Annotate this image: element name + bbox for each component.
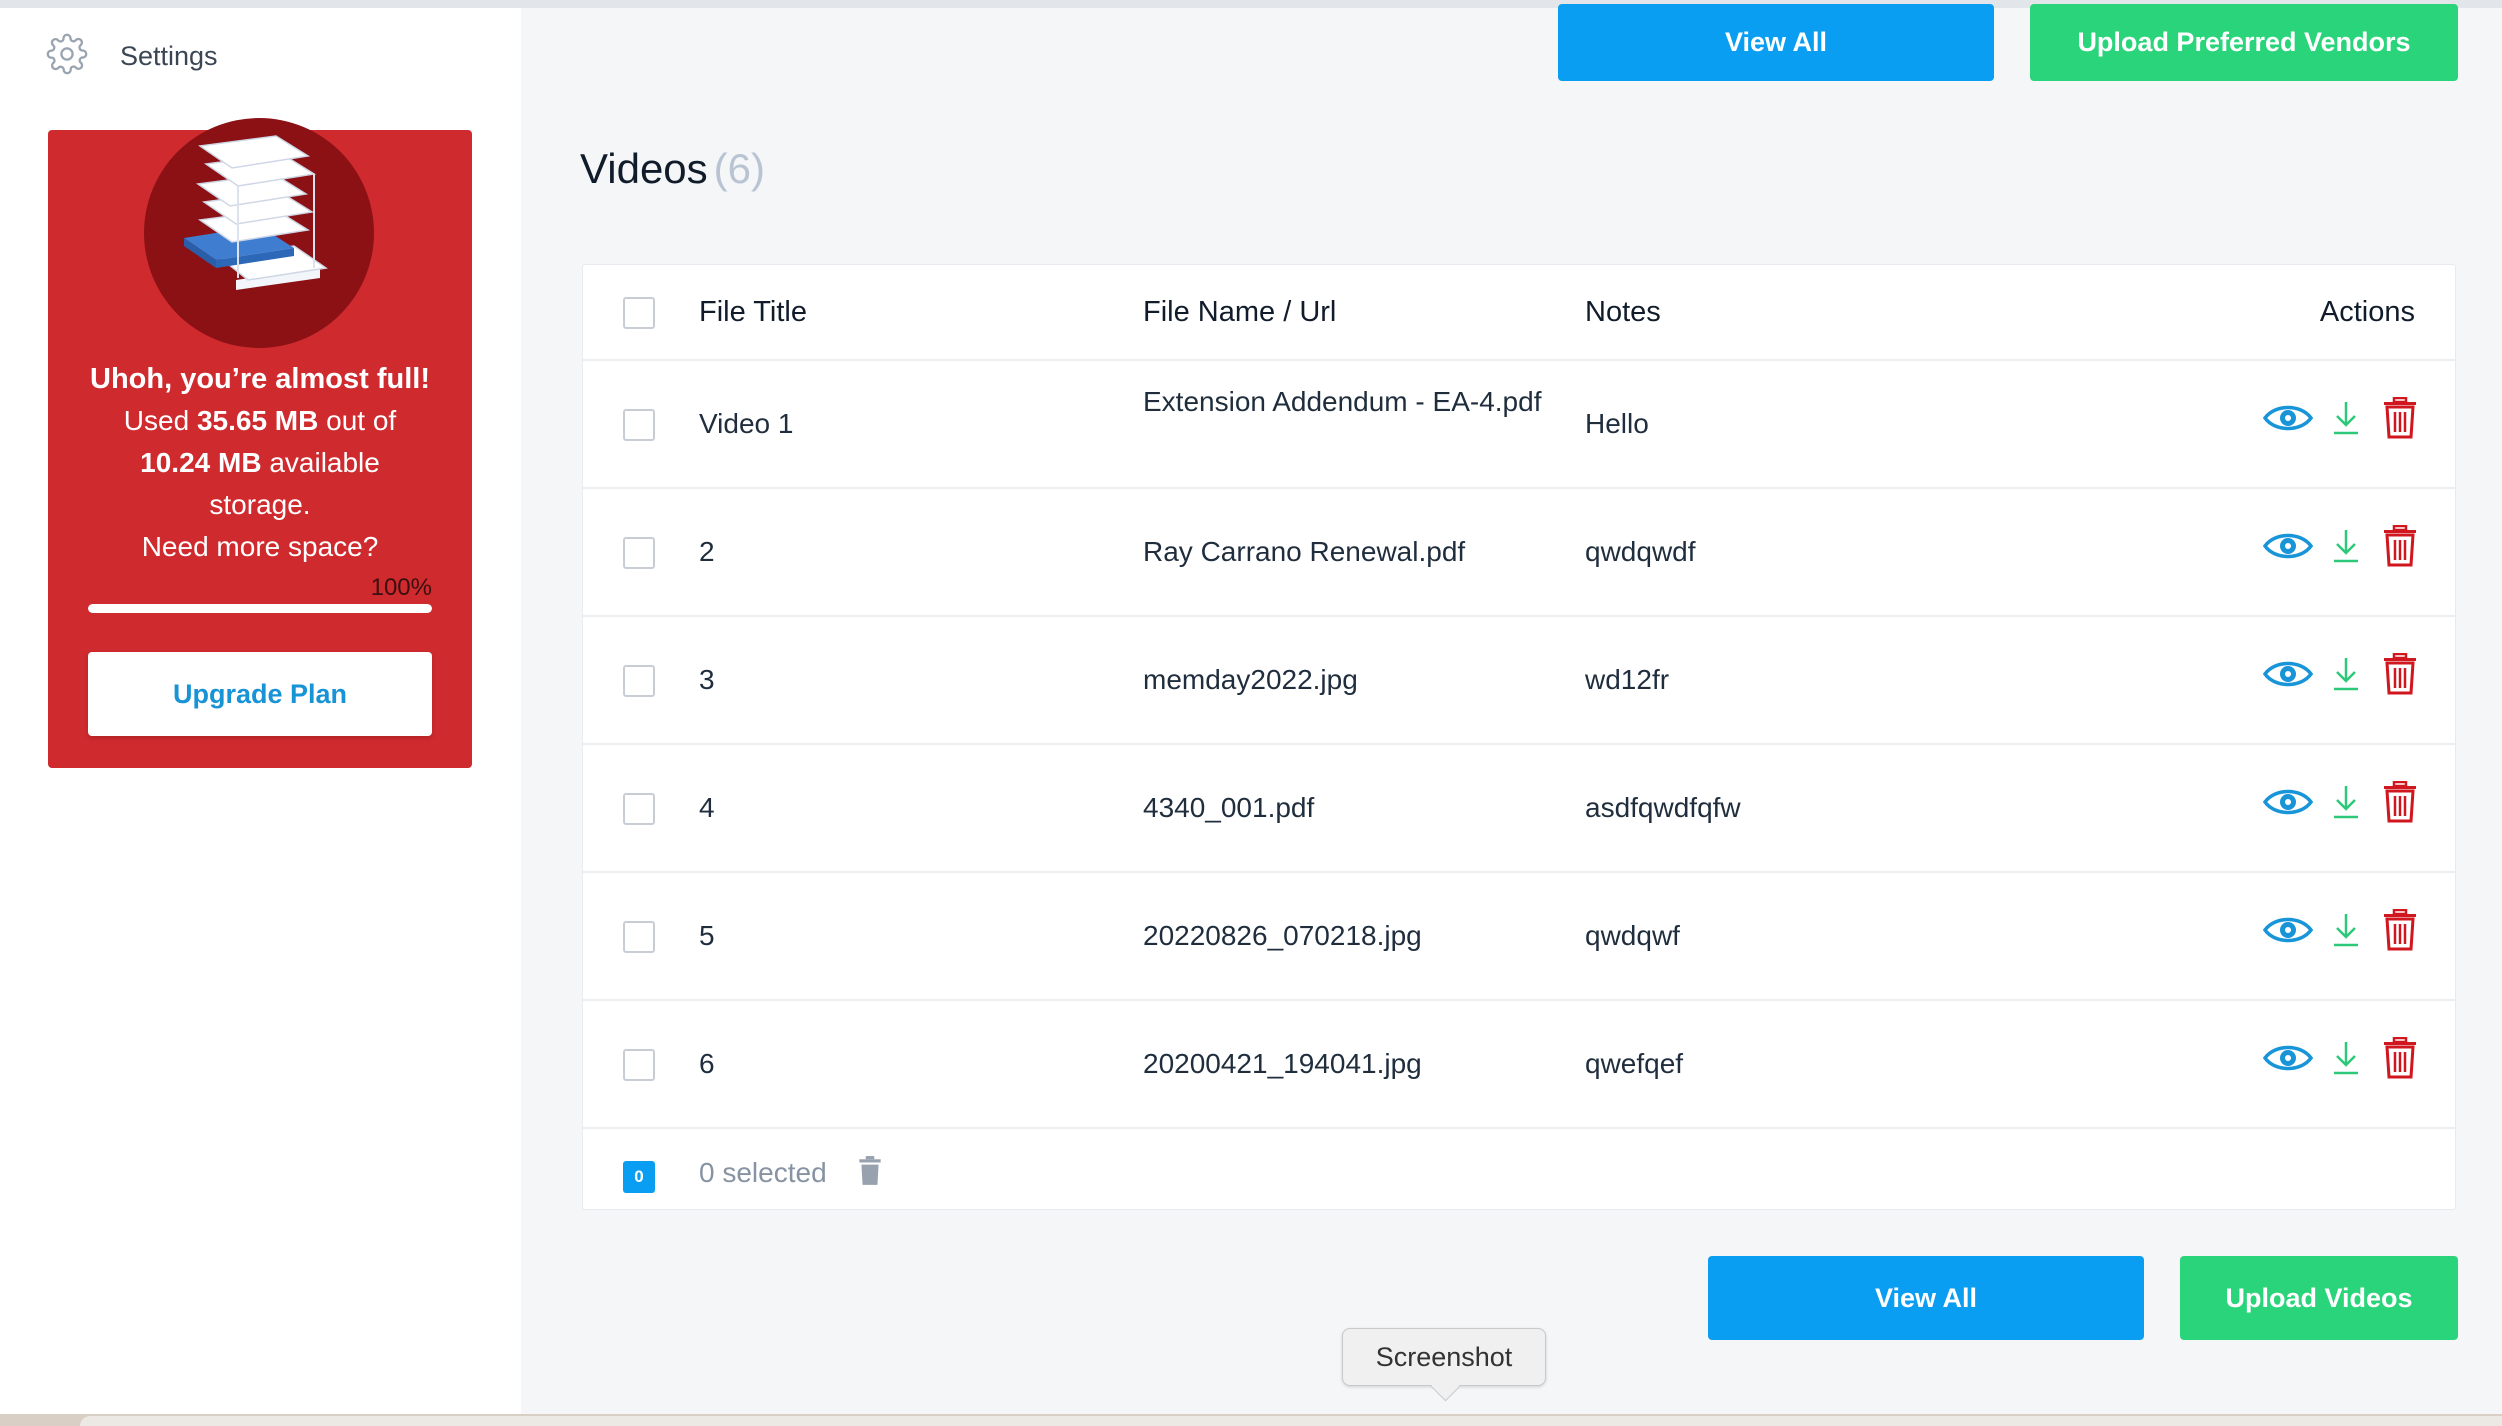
download-icon[interactable] <box>2331 1040 2383 1076</box>
trash-icon[interactable] <box>2383 781 2417 823</box>
row-notes: qwdqwf <box>1585 920 1680 951</box>
trash-icon[interactable] <box>2383 909 2417 951</box>
trash-icon[interactable] <box>2383 397 2417 439</box>
table-row: 5 20220826_070218.jpg qwdqwf <box>583 873 2455 1001</box>
upload-videos-button[interactable]: Upload Videos <box>2180 1256 2458 1340</box>
table-footer: 0 0 selected <box>583 1129 2455 1209</box>
row-file-name[interactable]: Ray Carrano Renewal.pdf <box>1143 533 1543 571</box>
storage-usage-line: Used 35.65 MB out of <box>123 405 397 436</box>
row-checkbox[interactable] <box>623 793 655 825</box>
row-actions <box>2263 909 2417 951</box>
eye-icon[interactable] <box>2263 657 2331 691</box>
selected-count-badge: 0 <box>623 1161 655 1193</box>
row-file-name[interactable]: 20220826_070218.jpg <box>1143 917 1543 955</box>
upgrade-plan-button[interactable]: Upgrade Plan <box>88 652 432 736</box>
row-file-title: Video 1 <box>699 408 794 439</box>
row-file-title: 4 <box>699 792 715 823</box>
header-file-name: File Name / Url <box>1143 296 1337 328</box>
row-notes: qwefqef <box>1585 1048 1684 1079</box>
download-icon[interactable] <box>2331 656 2383 692</box>
row-actions <box>2263 781 2417 823</box>
trash-icon[interactable] <box>2383 1037 2417 1079</box>
row-file-name[interactable]: Extension Addendum - EA-4.pdf <box>1143 383 1543 421</box>
row-notes: Hello <box>1585 408 1649 439</box>
table-row: Video 1 Extension Addendum - EA-4.pdf He… <box>583 361 2455 489</box>
storage-warning-card: Uhoh, you’re almost full! Used 35.65 MB … <box>48 118 472 768</box>
row-file-title: 2 <box>699 536 715 567</box>
row-checkbox[interactable] <box>623 537 655 569</box>
download-icon[interactable] <box>2331 528 2383 564</box>
row-file-name[interactable]: 20200421_194041.jpg <box>1143 1045 1543 1083</box>
gear-icon <box>46 33 88 80</box>
eye-icon[interactable] <box>2263 785 2331 819</box>
download-icon[interactable] <box>2331 400 2383 436</box>
eye-icon[interactable] <box>2263 913 2331 947</box>
header-file-title: File Title <box>699 296 807 328</box>
storage-word: storage. <box>209 489 311 520</box>
row-checkbox[interactable] <box>623 409 655 441</box>
row-checkbox[interactable] <box>623 1049 655 1081</box>
table-row: 2 Ray Carrano Renewal.pdf qwdqwdf <box>583 489 2455 617</box>
row-file-name[interactable]: memday2022.jpg <box>1143 661 1543 699</box>
table-row: 6 20200421_194041.jpg qwefqef <box>583 1001 2455 1129</box>
row-file-name[interactable]: 4340_001.pdf <box>1143 789 1543 827</box>
download-icon[interactable] <box>2331 912 2383 948</box>
row-checkbox[interactable] <box>623 665 655 697</box>
used-amount: 35.65 MB <box>196 405 319 436</box>
table-row: 3 memday2022.jpg wd12fr <box>583 617 2455 745</box>
row-checkbox[interactable] <box>623 921 655 953</box>
row-actions <box>2263 397 2417 439</box>
row-file-title: 3 <box>699 664 715 695</box>
storage-progress-fill <box>88 604 432 613</box>
eye-icon[interactable] <box>2263 401 2331 435</box>
upload-preferred-vendors-button[interactable]: Upload Preferred Vendors <box>2030 4 2458 81</box>
eye-icon[interactable] <box>2263 529 2331 563</box>
videos-table: File Title File Name / Url Notes Actions… <box>582 264 2456 1210</box>
selected-label: 0 selected <box>699 1157 827 1188</box>
storage-percent-label: 100% <box>370 574 432 601</box>
vendors-view-all-button[interactable]: View All <box>1558 4 1994 81</box>
row-file-title: 5 <box>699 920 715 951</box>
header-actions: Actions <box>2319 296 2415 328</box>
row-file-title: 6 <box>699 1048 715 1079</box>
table-row: 4 4340_001.pdf asdfqwdfqfw <box>583 745 2455 873</box>
bulk-delete-trash-icon[interactable] <box>857 1155 883 1187</box>
page-title: Videos (6) <box>580 145 766 192</box>
document-stack-icon <box>144 118 374 348</box>
row-notes: asdfqwdfqfw <box>1585 792 1741 823</box>
screenshot-tooltip: Screenshot <box>1342 1328 1546 1386</box>
download-icon[interactable] <box>2331 784 2383 820</box>
bottom-edge <box>0 1414 2502 1426</box>
table-header-row: File Title File Name / Url Notes Actions <box>583 265 2455 361</box>
row-actions <box>2263 525 2417 567</box>
storage-headline: Uhoh, you’re almost full! <box>90 363 430 395</box>
sidebar: Settings Uhoh, you’re almost full! Used … <box>0 8 521 1418</box>
row-actions <box>2263 653 2417 695</box>
select-all-checkbox[interactable] <box>623 297 655 329</box>
videos-view-all-button[interactable]: View All <box>1708 1256 2144 1340</box>
row-notes: wd12fr <box>1585 664 1670 695</box>
trash-icon[interactable] <box>2383 653 2417 695</box>
need-more-space: Need more space? <box>141 531 379 562</box>
sidebar-item-settings[interactable]: Settings <box>46 28 218 84</box>
video-count: (6) <box>713 145 766 192</box>
total-amount: 10.24 MB <box>140 447 262 478</box>
row-notes: qwdqwdf <box>1585 536 1696 567</box>
row-actions <box>2263 1037 2417 1079</box>
sidebar-item-label: Settings <box>120 40 218 71</box>
eye-icon[interactable] <box>2263 1041 2331 1075</box>
header-notes: Notes <box>1585 296 1661 328</box>
storage-total-line: 10.24 MB available <box>140 447 380 478</box>
storage-message: Uhoh, you’re almost full! Used 35.65 MB … <box>48 358 472 568</box>
storage-progress-bar <box>88 604 432 613</box>
trash-icon[interactable] <box>2383 525 2417 567</box>
